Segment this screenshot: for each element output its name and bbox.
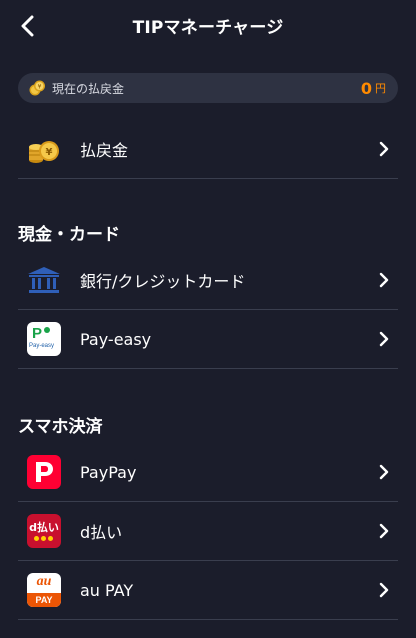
payment-row-label: PayPay xyxy=(80,462,137,482)
payment-row-pay-easy[interactable]: P Pay-easy Pay-easy xyxy=(18,310,398,369)
chevron-right-icon xyxy=(379,331,389,347)
coins-stack-icon: ¥ xyxy=(29,141,59,163)
chevron-right-icon xyxy=(379,582,389,598)
balance-label: 現在の払戻金 xyxy=(52,81,125,96)
d-barai-logo: d払い xyxy=(27,514,61,548)
chevron-right-icon xyxy=(379,464,389,480)
paypay-p-icon xyxy=(36,462,53,482)
svg-text:¥: ¥ xyxy=(38,84,42,91)
payment-row-paypay[interactable]: PayPay xyxy=(18,443,398,502)
payment-row-au-pay[interactable]: au PAY au PAY xyxy=(18,561,398,620)
payment-row-label: au PAY xyxy=(80,580,134,600)
payment-row-d-barai[interactable]: d払い d払い xyxy=(18,502,398,561)
pay-easy-logo: P Pay-easy xyxy=(27,322,61,356)
chevron-right-icon xyxy=(379,523,389,539)
section-heading-cash-card: 現金・カード xyxy=(18,225,120,245)
refund-row-label: 払戻金 xyxy=(80,141,129,160)
au-pay-logo: au PAY xyxy=(27,573,61,607)
paypay-logo xyxy=(27,455,61,489)
payment-row-label: Pay-easy xyxy=(80,329,152,349)
section-heading-smartphone: スマホ決済 xyxy=(18,417,103,437)
svg-text:¥: ¥ xyxy=(46,147,53,158)
refund-row[interactable]: ¥ 払戻金 xyxy=(18,120,398,179)
balance-unit: 円 xyxy=(375,82,386,95)
page-title: TIPマネーチャージ xyxy=(132,18,284,38)
bank-icon xyxy=(28,267,60,293)
header: TIPマネーチャージ xyxy=(0,0,416,52)
balance-value: 0 xyxy=(360,78,372,98)
chevron-right-icon xyxy=(379,272,389,288)
payment-row-bank-credit[interactable]: 銀行/クレジットカード xyxy=(18,251,398,310)
payment-row-label: d払い xyxy=(80,523,123,542)
payment-row-label: 銀行/クレジットカード xyxy=(80,272,246,291)
coin-icon: ¥ xyxy=(29,80,45,96)
chevron-right-icon xyxy=(379,141,389,157)
refund-balance-bar: ¥ 現在の払戻金 0 円 xyxy=(18,73,398,103)
